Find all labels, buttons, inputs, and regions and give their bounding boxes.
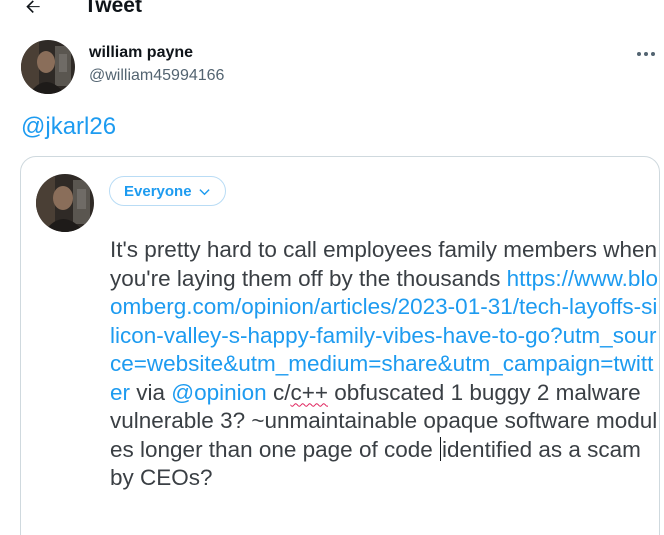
arrow-left-icon — [26, 0, 40, 14]
tweet-text-part: via — [130, 379, 172, 405]
tweet-reply-page: Tweet william payne @william45994166 @jk… — [0, 0, 664, 535]
more-options-button[interactable] — [632, 42, 660, 66]
author-handle[interactable]: @william45994166 — [89, 67, 224, 85]
author-name[interactable]: william payne — [89, 44, 193, 62]
audience-selector-button[interactable]: Everyone — [109, 176, 226, 206]
page-title: Tweet — [84, 0, 142, 17]
reply-mention[interactable]: @jkarl26 — [21, 113, 116, 141]
tweet-text-editor[interactable]: It's pretty hard to call employees famil… — [110, 236, 658, 493]
audience-label: Everyone — [124, 182, 192, 200]
tweet-text-part: c/ — [266, 379, 291, 405]
composer-avatar[interactable] — [36, 174, 94, 232]
chevron-down-icon — [198, 188, 210, 195]
author-avatar[interactable] — [21, 40, 75, 94]
misspelled-word: c++ — [290, 379, 328, 405]
top-bar: Tweet — [0, 0, 664, 26]
text-caret — [440, 436, 442, 461]
more-dots-icon — [637, 52, 655, 56]
tweet-mention[interactable]: @opinion — [171, 380, 266, 405]
back-button[interactable] — [18, 0, 48, 22]
